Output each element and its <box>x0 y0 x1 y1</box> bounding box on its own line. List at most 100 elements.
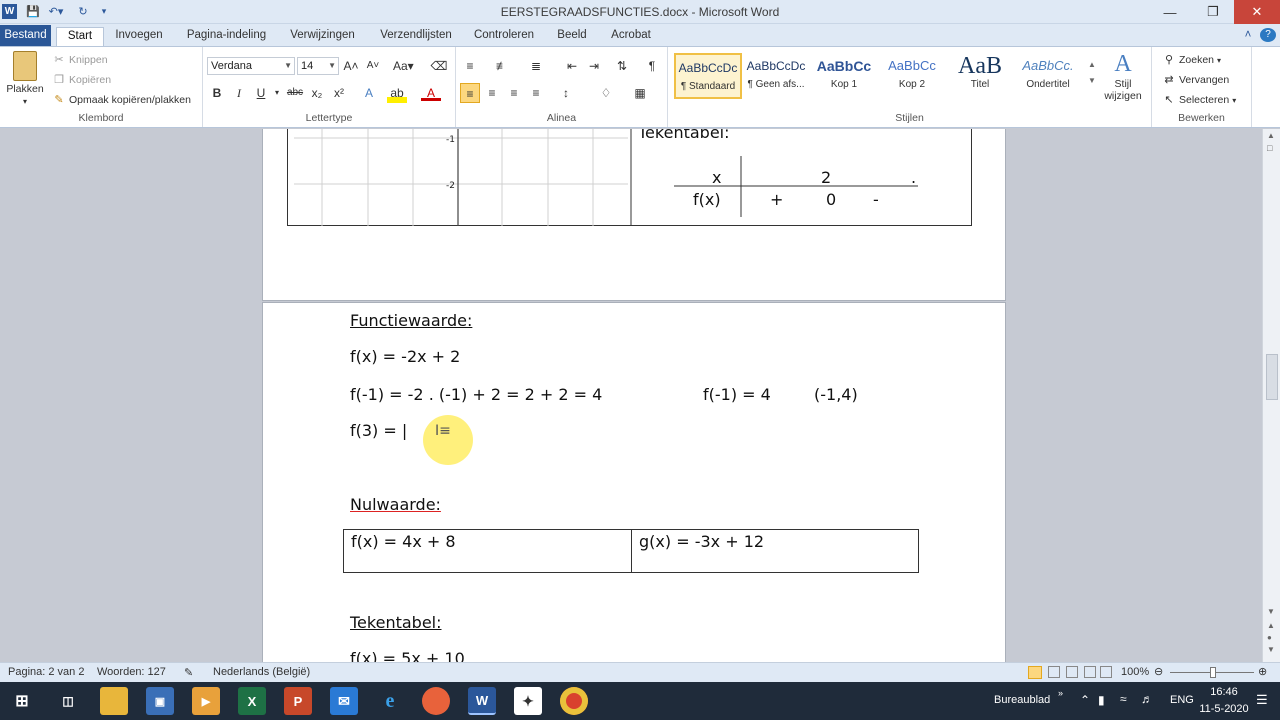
justify-icon[interactable]: ≡ <box>526 83 546 103</box>
wifi-icon[interactable]: ≈ <box>1120 692 1127 706</box>
mail-icon[interactable]: ✉ <box>330 687 358 715</box>
draft-icon[interactable] <box>1100 666 1112 678</box>
align-center-icon[interactable]: ≡ <box>482 83 502 103</box>
collapse-ribbon-icon[interactable]: ˄ <box>1240 27 1256 46</box>
bullets-icon[interactable]: ≡ <box>460 56 480 76</box>
excel-icon[interactable]: X <box>238 687 266 715</box>
file-explorer-icon[interactable] <box>100 687 128 715</box>
windows-start-icon[interactable]: ⊞ <box>8 687 36 715</box>
next-page-icon[interactable]: ▼ <box>1267 645 1275 654</box>
subscript-icon[interactable]: x₂ <box>307 83 327 103</box>
tab-verzendlijsten[interactable]: Verzendlijsten <box>372 27 460 46</box>
clock-date[interactable]: 11-5-2020 <box>1198 703 1250 715</box>
tab-pagina-indeling[interactable]: Pagina-indeling <box>180 27 273 46</box>
copy-button[interactable]: ❐ Kopiëren <box>52 73 111 87</box>
table-cell[interactable]: g(x) = -3x + 12 <box>639 532 764 551</box>
document-area[interactable]: -1 -2 Tekentabel: x 2 . f(x) + 0 - Funct… <box>0 129 1262 662</box>
multilevel-list-icon[interactable]: ≣ <box>526 56 546 76</box>
table-cell[interactable]: f(x) = 4x + 8 <box>351 532 456 551</box>
numbering-icon[interactable]: ≢ <box>492 56 512 76</box>
style-ondertitel[interactable]: AaBbCc. Ondertitel <box>1014 53 1082 99</box>
cut-button[interactable]: ✂ Knippen <box>52 53 107 67</box>
language-indicator[interactable]: Nederlands (België) <box>213 666 310 678</box>
input-language[interactable]: ENG <box>1170 694 1194 706</box>
style-standaard[interactable]: AaBbCcDc ¶ Standaard <box>674 53 742 99</box>
vertical-scrollbar[interactable]: ▲ □ ▼ ▲ ● ▼ <box>1262 129 1280 662</box>
previous-page-icon[interactable]: ▲ <box>1267 621 1275 630</box>
internet-explorer-icon[interactable]: e <box>376 687 404 715</box>
page-2[interactable]: Functiewaarde: f(x) = -2x + 2 f(-1) = -2… <box>262 302 1006 662</box>
scroll-thumb[interactable] <box>1266 354 1278 400</box>
select-button[interactable]: ↖ Selecteren ▾ <box>1162 93 1236 107</box>
tab-bestand[interactable]: Bestand <box>0 25 51 46</box>
pilcrow-icon[interactable]: ¶ <box>642 56 662 76</box>
tab-verwijzingen[interactable]: Verwijzingen <box>284 27 361 46</box>
style-kop-2[interactable]: AaBbCc Kop 2 <box>878 53 946 99</box>
web-layout-icon[interactable] <box>1066 666 1078 678</box>
font-size-combo[interactable]: 14 ▼ <box>297 57 339 75</box>
browse-object-icon[interactable]: ● <box>1267 633 1272 642</box>
align-left-icon[interactable]: ≡ <box>460 83 480 103</box>
shrink-font-icon[interactable]: A˅ <box>363 56 383 76</box>
text-effects-icon[interactable]: A <box>359 83 379 103</box>
shading-icon[interactable]: ♢ <box>596 83 616 103</box>
align-right-icon[interactable]: ≡ <box>504 83 524 103</box>
zoom-out-icon[interactable]: ⊖ <box>1154 665 1163 678</box>
tab-acrobat[interactable]: Acrobat <box>604 27 658 46</box>
sort-icon[interactable]: ⇅ <box>612 56 632 76</box>
bold-icon[interactable]: B <box>207 83 227 103</box>
media-player-icon[interactable]: ▶ <box>192 687 220 715</box>
tab-controleren[interactable]: Controleren <box>468 27 540 46</box>
clear-format-icon[interactable]: ⌫ <box>429 56 449 76</box>
snipping-tool-icon[interactable]: ✦ <box>514 687 542 715</box>
zoom-slider-thumb[interactable] <box>1210 667 1216 678</box>
firefox-icon[interactable] <box>422 687 450 715</box>
full-screen-reading-icon[interactable] <box>1048 666 1060 678</box>
scroll-up-icon[interactable]: ▲ <box>1267 131 1275 140</box>
borders-icon[interactable]: ▦ <box>630 83 650 103</box>
proofing-icon[interactable]: ✎ <box>184 666 193 679</box>
desktop-toolbar[interactable]: Bureaublad <box>994 694 1050 706</box>
word-count[interactable]: Woorden: 127 <box>97 666 166 678</box>
tab-beeld[interactable]: Beeld <box>551 27 593 46</box>
grow-font-icon[interactable]: A˄ <box>341 56 361 76</box>
paste-button[interactable]: Plakken ▾ <box>6 51 44 106</box>
powerpoint-icon[interactable]: P <box>284 687 312 715</box>
minimize-button[interactable]: — <box>1148 0 1192 24</box>
styles-scroll-down-icon[interactable]: ▼ <box>1082 71 1102 91</box>
chrome-icon[interactable] <box>560 687 588 715</box>
volume-icon[interactable]: ♬ <box>1141 692 1153 706</box>
change-case-icon[interactable]: Aa▾ <box>393 56 414 76</box>
chevron-up-icon[interactable]: » <box>1058 688 1063 698</box>
change-styles-button[interactable]: A Stijl wijzigen <box>1100 51 1146 102</box>
format-painter-button[interactable]: ✎ Opmaak kopiëren/plakken <box>52 93 191 107</box>
task-view-icon[interactable]: ◫ <box>54 687 82 715</box>
outline-icon[interactable] <box>1084 666 1096 678</box>
italic-icon[interactable]: I <box>229 83 249 103</box>
font-color-icon[interactable]: A <box>421 83 441 101</box>
tab-invoegen[interactable]: Invoegen <box>111 27 167 46</box>
clock-time[interactable]: 16:46 <box>1202 686 1246 698</box>
help-icon[interactable]: ? <box>1260 28 1276 42</box>
tab-start[interactable]: Start <box>56 27 104 46</box>
store-icon[interactable]: ▣ <box>146 687 174 715</box>
tray-arrow-icon[interactable]: ⌃ <box>1080 693 1090 707</box>
chevron-down-icon[interactable]: ▾ <box>267 83 287 103</box>
ruler-toggle-icon[interactable]: □ <box>1267 143 1272 153</box>
close-button[interactable]: ✕ <box>1234 0 1280 24</box>
strikethrough-icon[interactable]: abc <box>285 83 305 103</box>
increase-indent-icon[interactable]: ⇥ <box>584 56 604 76</box>
page-count[interactable]: Pagina: 2 van 2 <box>8 666 84 678</box>
print-layout-icon[interactable] <box>1028 666 1042 679</box>
zoom-in-icon[interactable]: ⊕ <box>1258 665 1267 678</box>
doc-line-editing[interactable]: f(3) = | <box>350 421 407 440</box>
word-taskbar-icon[interactable]: W <box>468 687 496 715</box>
find-button[interactable]: ⚲ Zoeken ▾ <box>1162 53 1221 67</box>
superscript-icon[interactable]: x² <box>329 83 349 103</box>
restore-button[interactable]: ❐ <box>1191 0 1235 24</box>
page-1[interactable]: -1 -2 Tekentabel: x 2 . f(x) + 0 - <box>262 129 1006 301</box>
decrease-indent-icon[interactable]: ⇤ <box>562 56 582 76</box>
style-kop-1[interactable]: AaBbCc Kop 1 <box>810 53 878 99</box>
style-titel[interactable]: AaB Titel <box>946 53 1014 99</box>
battery-icon[interactable]: ▮ <box>1098 693 1105 707</box>
